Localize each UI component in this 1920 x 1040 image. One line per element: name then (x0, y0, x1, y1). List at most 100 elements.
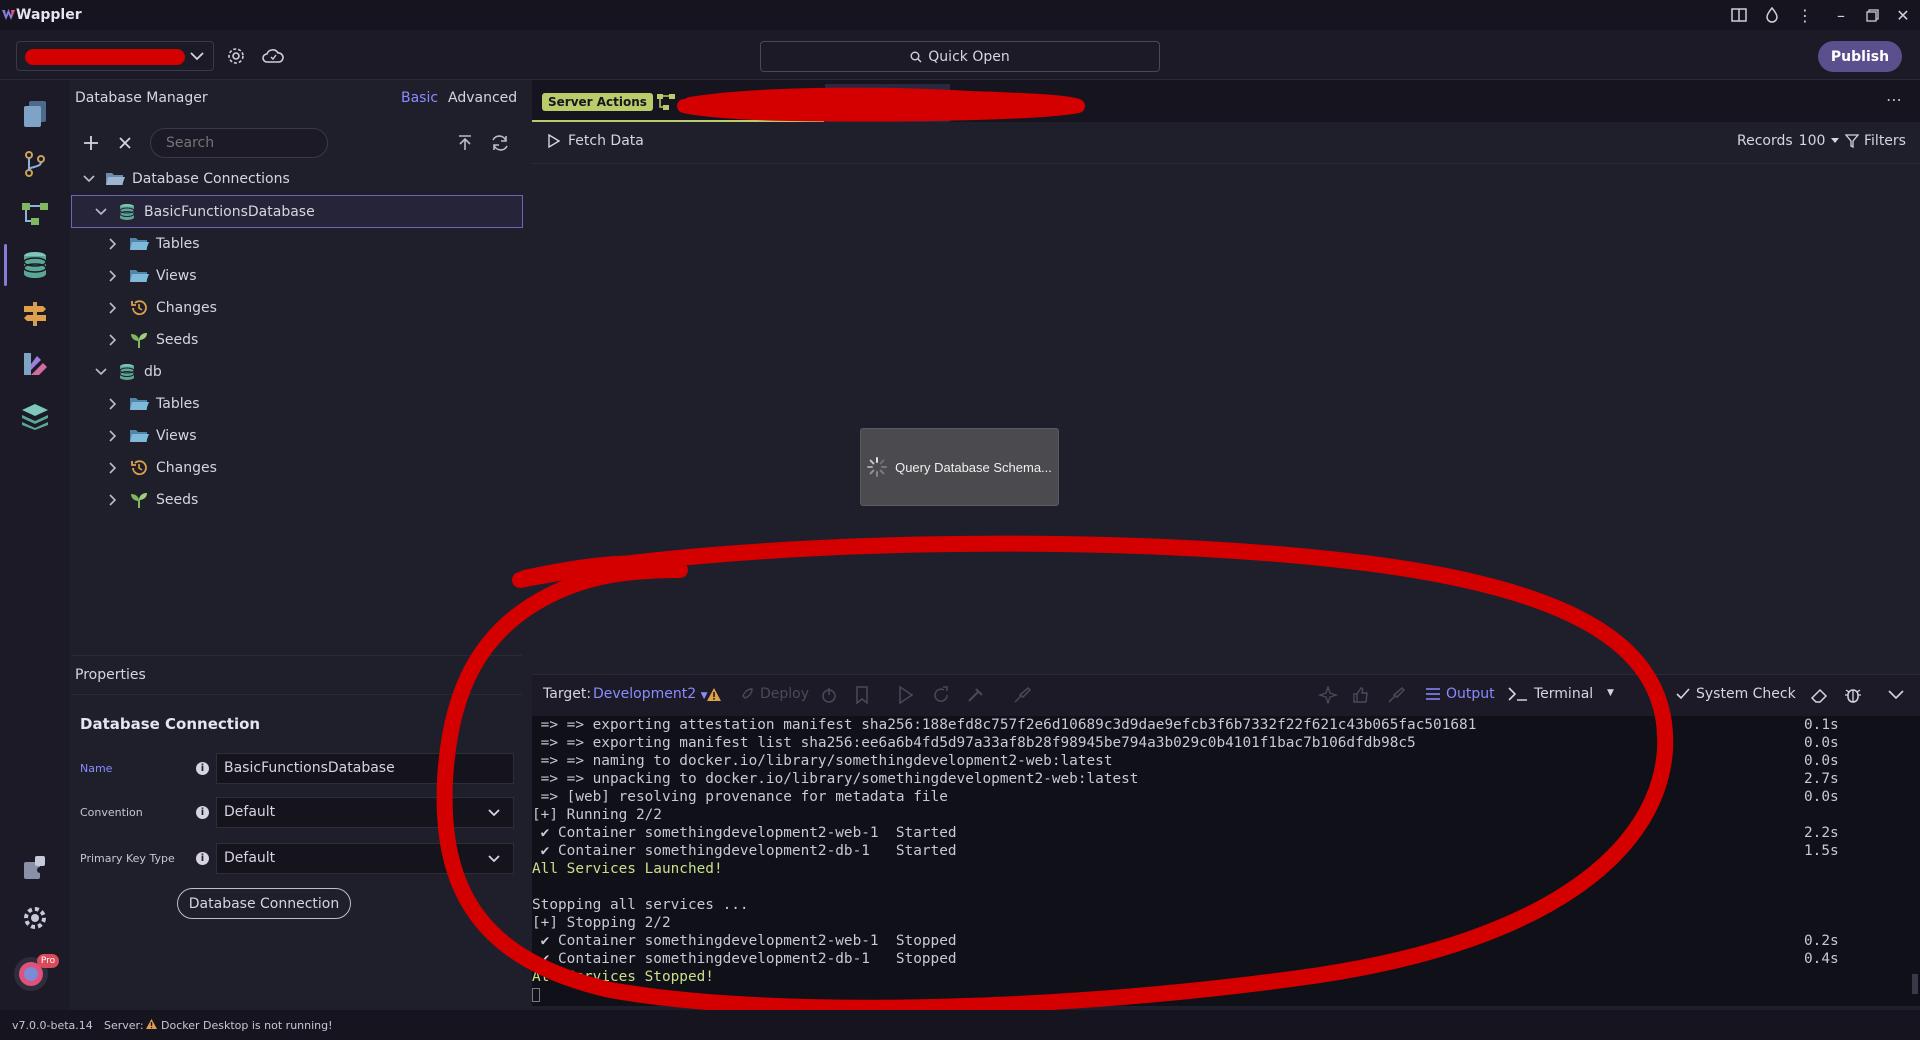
chevron-down-icon (190, 52, 204, 61)
tree-item-tables[interactable]: Tables (72, 228, 522, 260)
app-settings-gear-icon[interactable] (19, 902, 51, 934)
filter-icon (1845, 134, 1859, 148)
tree-connection-db[interactable]: db (72, 356, 522, 388)
debug-bug-icon[interactable] (1844, 686, 1862, 704)
convention-label: Convention (80, 806, 143, 819)
chevron-right-icon[interactable] (106, 238, 120, 250)
tree-item-changes[interactable]: Changes (72, 292, 522, 324)
app-title: Wappler (16, 7, 82, 23)
tree-item-tables[interactable]: Tables (72, 388, 522, 420)
workflow-icon[interactable] (19, 198, 51, 230)
warning-icon (145, 1018, 158, 1030)
remove-icon[interactable] (117, 135, 133, 151)
layers-icon[interactable] (19, 400, 51, 432)
folder-open-icon (128, 427, 150, 445)
database-icon[interactable] (19, 249, 51, 281)
publish-button[interactable]: Publish (1818, 41, 1902, 72)
chevron-right-icon[interactable] (106, 462, 120, 474)
tree-connection-basicfunctionsdatabase[interactable]: BasicFunctionsDatabase (71, 195, 523, 228)
loading-text: Query Database Schema... (895, 459, 1052, 475)
history-icon (128, 299, 150, 317)
primary-key-type-label: Primary Key Type (80, 852, 175, 865)
chevron-right-icon[interactable] (106, 494, 120, 506)
tree-label: Database Connections (132, 171, 290, 187)
records-select[interactable]: Records 100 (1737, 133, 1840, 149)
server-status-message[interactable]: Docker Desktop is not running! (161, 1019, 333, 1032)
tree-item-changes[interactable]: Changes (72, 452, 522, 484)
design-tools-icon[interactable] (19, 348, 51, 380)
more-vertical-icon[interactable]: ⋮ (1790, 0, 1820, 30)
chevron-down-icon[interactable] (94, 207, 108, 216)
git-branch-icon[interactable] (19, 148, 51, 180)
add-icon[interactable] (82, 134, 100, 152)
tree-item-views[interactable]: Views (72, 420, 522, 452)
info-icon[interactable]: i (196, 806, 209, 819)
layout-toggle-icon[interactable] (1724, 0, 1754, 30)
search-input[interactable] (150, 128, 328, 158)
system-check-button[interactable]: System Check (1676, 686, 1796, 702)
eraser-icon[interactable] (1810, 686, 1828, 704)
extensions-puzzle-icon[interactable] (19, 852, 51, 884)
folder-open-icon (104, 170, 126, 188)
chevron-right-icon[interactable] (106, 270, 120, 282)
name-label: Name (80, 762, 113, 775)
mode-basic-tab[interactable]: Basic (401, 90, 438, 106)
tree-label: Seeds (156, 332, 199, 348)
tree-item-views[interactable]: Views (72, 260, 522, 292)
chevron-down-icon[interactable] (94, 368, 108, 376)
info-icon[interactable]: i (196, 762, 209, 775)
records-label: Records (1737, 133, 1793, 149)
tree-label: Changes (156, 300, 217, 316)
console-time: 0.0s (1804, 735, 1839, 751)
quick-open-label: Quick Open (928, 48, 1010, 65)
project-select[interactable] (16, 41, 214, 71)
database-connection-button[interactable]: Database Connection (177, 888, 351, 919)
rail-active-indicator (4, 244, 7, 286)
server-label: Server: (104, 1019, 144, 1032)
pages-icon[interactable] (19, 98, 51, 130)
refresh-icon[interactable] (490, 134, 510, 152)
console-time: 0.0s (1804, 753, 1839, 769)
quick-open-button[interactable]: Quick Open (760, 41, 1160, 72)
cloud-sync-icon[interactable] (262, 47, 284, 65)
chevron-down-icon[interactable] (1888, 690, 1904, 700)
info-icon[interactable]: i (196, 852, 209, 865)
tab-overflow-icon[interactable]: ⋯ (1886, 90, 1902, 109)
tree-label: Tables (156, 236, 200, 252)
chevron-right-icon[interactable] (106, 302, 120, 314)
tree-label: db (144, 364, 162, 380)
theme-drop-icon[interactable] (1757, 0, 1787, 30)
search-icon (910, 51, 922, 62)
history-icon (128, 459, 150, 477)
folder-open-icon (128, 395, 150, 413)
properties-heading: Database Connection (80, 715, 261, 733)
minimize-icon[interactable]: – (1826, 0, 1856, 30)
fetch-data-button[interactable]: Fetch Data (548, 133, 644, 149)
chevron-down-icon[interactable] (82, 175, 96, 183)
settings-gear-icon[interactable] (226, 46, 246, 66)
collapse-all-icon[interactable] (456, 134, 474, 152)
console-time: 1.5s (1804, 843, 1839, 859)
restore-icon[interactable] (1857, 0, 1887, 30)
version-label: v7.0.0-beta.14 (12, 1019, 93, 1032)
tree-item-seeds[interactable]: Seeds (72, 324, 522, 356)
pro-badge: Pro (37, 954, 59, 968)
folder-open-icon (128, 267, 150, 285)
console-time: 2.7s (1804, 771, 1839, 787)
records-value: 100 (1798, 133, 1826, 149)
chevron-right-icon[interactable] (106, 334, 120, 346)
chevron-right-icon[interactable] (106, 430, 120, 442)
tree-item-seeds[interactable]: Seeds (72, 484, 522, 516)
filters-button[interactable]: Filters (1845, 133, 1906, 149)
console-scrollbar[interactable] (1912, 974, 1918, 994)
panel-title: Database Manager (75, 90, 208, 106)
tree-root-database-connections[interactable]: Database Connections (72, 163, 522, 195)
tree-label: Seeds (156, 492, 199, 508)
close-icon[interactable]: ✕ (1888, 0, 1918, 30)
chevron-right-icon[interactable] (106, 398, 120, 410)
spinner-icon (867, 457, 888, 477)
seedling-icon (128, 331, 150, 349)
tab-server-actions[interactable]: Server Actions (542, 93, 653, 111)
api-routing-icon[interactable] (19, 298, 51, 330)
mode-advanced-tab[interactable]: Advanced (448, 90, 517, 106)
